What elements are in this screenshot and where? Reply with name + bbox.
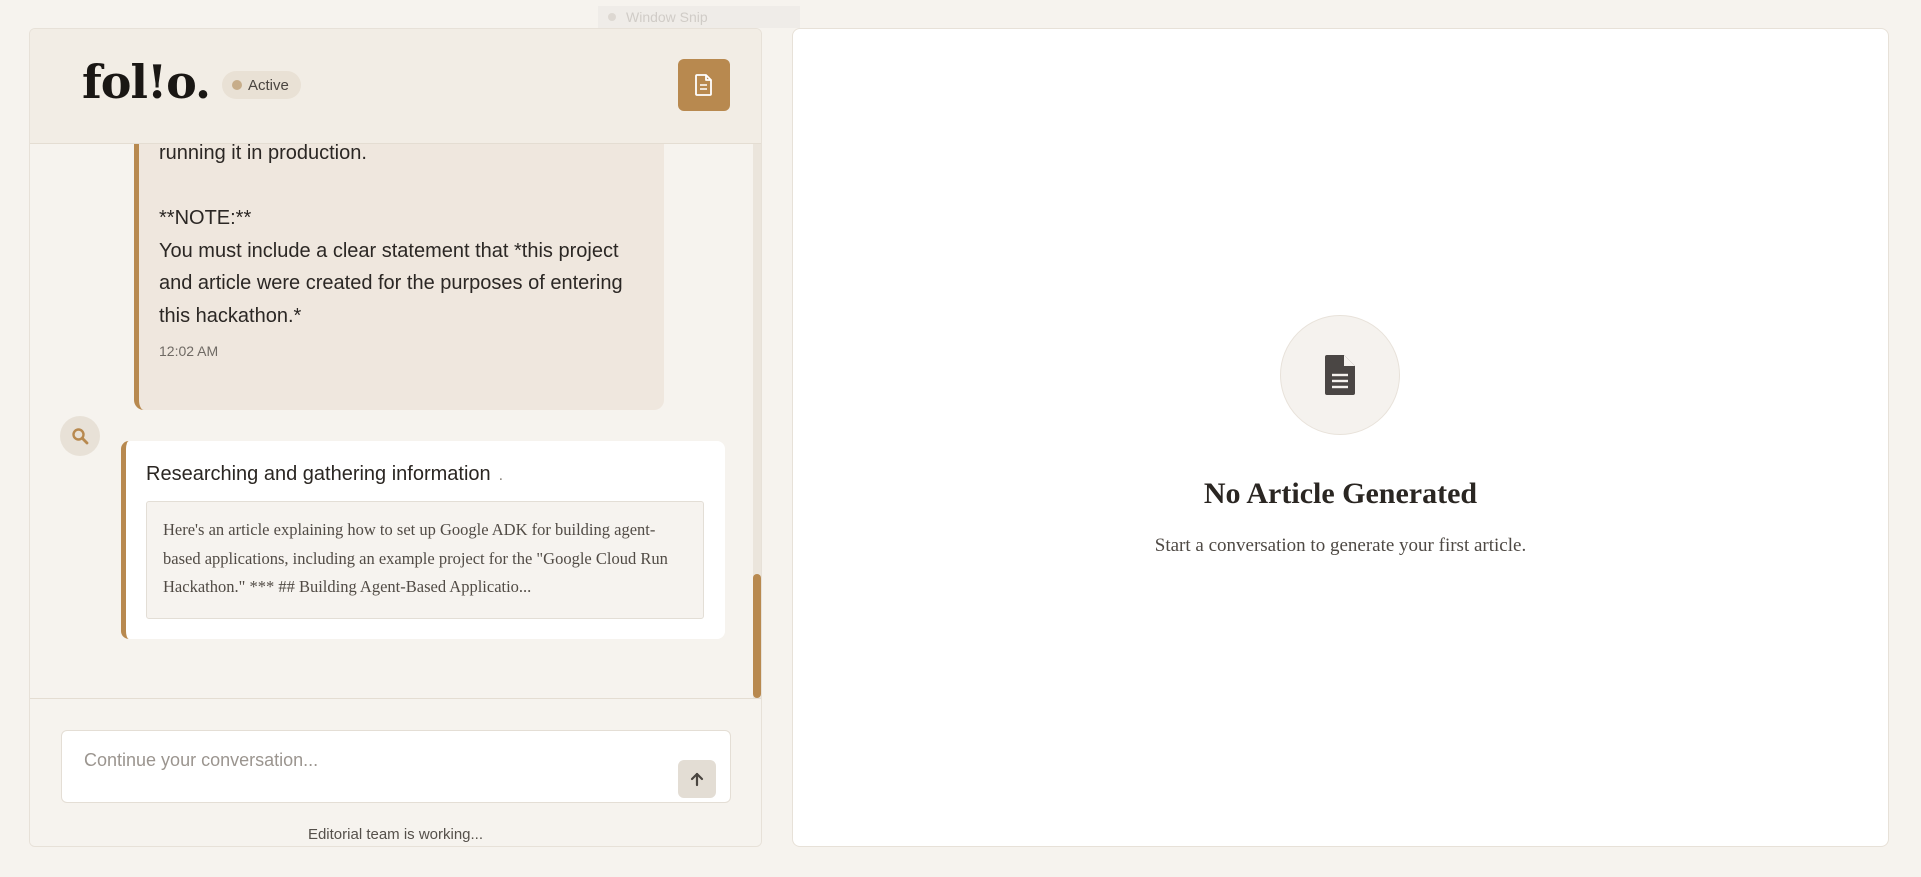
app-logo: fol!o. [82, 55, 211, 109]
empty-state-title: No Article Generated [1203, 477, 1478, 510]
agent-avatar [60, 416, 100, 456]
article-excerpt: Here's an article explaining how to set … [146, 501, 704, 619]
arrow-up-icon [690, 772, 704, 787]
article-toggle-button[interactable] [678, 59, 730, 111]
document-icon [695, 74, 712, 96]
agent-status-text: Researching and gathering information [146, 463, 491, 485]
scrollbar-track[interactable] [753, 143, 761, 698]
message-list[interactable]: running it in production. **NOTE:** You … [30, 143, 761, 698]
snip-label: Window Snip [626, 9, 708, 25]
window-snip-overlay: Window Snip [598, 6, 800, 28]
scrollbar-thumb[interactable] [753, 574, 761, 698]
status-badge: Active [222, 71, 301, 99]
search-icon [72, 428, 89, 445]
message-timestamp: 12:02 AM [159, 343, 219, 359]
agent-status-card: Researching and gathering information. H… [121, 441, 725, 639]
user-message: running it in production. **NOTE:** You … [134, 143, 664, 410]
article-panel: No Article Generated Start a conversatio… [792, 28, 1889, 847]
empty-state-icon-circle [1280, 315, 1400, 435]
chat-panel: fol!o. Active running it in production. … [29, 28, 762, 847]
snip-dot-icon [608, 13, 616, 21]
agent-status-heading: Researching and gathering information. [146, 463, 503, 486]
composer-box [61, 730, 731, 803]
typing-indicator: . [498, 467, 504, 484]
working-status: Editorial team is working... [307, 826, 484, 843]
user-message-text: running it in production. **NOTE:** You … [159, 143, 623, 327]
document-icon [1325, 355, 1355, 395]
status-dot-icon [232, 80, 242, 90]
chat-header: fol!o. Active [30, 29, 761, 144]
composer: Editorial team is working... [30, 698, 761, 846]
empty-state-subtitle: Start a conversation to generate your fi… [1154, 535, 1527, 556]
send-button[interactable] [678, 760, 716, 798]
status-label: Active [248, 76, 289, 94]
message-input[interactable] [82, 749, 646, 772]
